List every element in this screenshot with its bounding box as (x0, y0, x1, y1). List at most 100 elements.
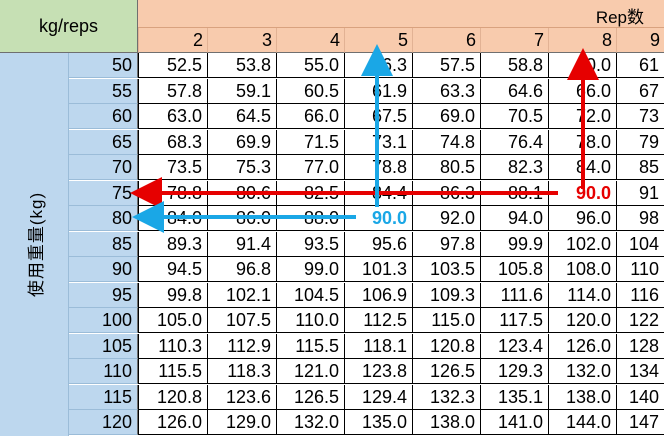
cell-115kg-2reps[interactable]: 120.8 (138, 385, 207, 410)
cell-75kg-3reps[interactable]: 80.6 (207, 181, 276, 206)
cell-75kg-6reps[interactable]: 86.3 (412, 181, 480, 206)
cell-105kg-6reps[interactable]: 120.8 (412, 334, 480, 359)
cell-90kg-5reps[interactable]: 101.3 (344, 257, 412, 282)
cell-60kg-8reps[interactable]: 72.0 (548, 104, 616, 129)
cell-100kg-5reps[interactable]: 112.5 (344, 308, 412, 333)
cell-110kg-9reps[interactable]: 134 (616, 359, 664, 384)
cell-110kg-3reps[interactable]: 118.3 (207, 359, 276, 384)
cell-120kg-7reps[interactable]: 141.0 (480, 410, 548, 435)
cell-120kg-5reps[interactable]: 135.0 (344, 410, 412, 435)
row-header-95kg[interactable]: 95 (69, 283, 138, 308)
cell-115kg-9reps[interactable]: 140 (616, 385, 664, 410)
cell-60kg-7reps[interactable]: 70.5 (480, 104, 548, 129)
cell-70kg-9reps[interactable]: 85 (616, 155, 664, 180)
cell-100kg-4reps[interactable]: 110.0 (276, 308, 344, 333)
cell-70kg-5reps[interactable]: 78.8 (344, 155, 412, 180)
cell-120kg-8reps[interactable]: 144.0 (548, 410, 616, 435)
row-header-55kg[interactable]: 55 (69, 79, 138, 104)
row-header-65kg[interactable]: 65 (69, 130, 138, 155)
cell-85kg-7reps[interactable]: 99.9 (480, 232, 548, 257)
cell-110kg-7reps[interactable]: 129.3 (480, 359, 548, 384)
cell-105kg-3reps[interactable]: 112.9 (207, 334, 276, 359)
cell-55kg-7reps[interactable]: 64.6 (480, 79, 548, 104)
row-header-90kg[interactable]: 90 (69, 257, 138, 282)
cell-120kg-9reps[interactable]: 147 (616, 410, 664, 435)
cell-75kg-7reps[interactable]: 88.1 (480, 181, 548, 206)
cell-95kg-6reps[interactable]: 109.3 (412, 283, 480, 308)
row-header-75kg[interactable]: 75 (69, 181, 138, 206)
cell-85kg-4reps[interactable]: 93.5 (276, 232, 344, 257)
cell-60kg-4reps[interactable]: 66.0 (276, 104, 344, 129)
cell-90kg-2reps[interactable]: 94.5 (138, 257, 207, 282)
cell-60kg-5reps[interactable]: 67.5 (344, 104, 412, 129)
cell-80kg-3reps[interactable]: 86.0 (207, 206, 276, 231)
cell-55kg-4reps[interactable]: 60.5 (276, 79, 344, 104)
cell-100kg-2reps[interactable]: 105.0 (138, 308, 207, 333)
cell-100kg-8reps[interactable]: 120.0 (548, 308, 616, 333)
cell-105kg-9reps[interactable]: 128 (616, 334, 664, 359)
cell-120kg-6reps[interactable]: 138.0 (412, 410, 480, 435)
cell-115kg-5reps[interactable]: 129.4 (344, 385, 412, 410)
cell-65kg-8reps[interactable]: 78.0 (548, 130, 616, 155)
cell-95kg-9reps[interactable]: 116 (616, 283, 664, 308)
cell-65kg-7reps[interactable]: 76.4 (480, 130, 548, 155)
cell-110kg-8reps[interactable]: 132.0 (548, 359, 616, 384)
cell-70kg-6reps[interactable]: 80.5 (412, 155, 480, 180)
corner-header-cell[interactable]: kg/reps (0, 0, 138, 53)
cell-60kg-9reps[interactable]: 73 (616, 104, 664, 129)
cell-85kg-3reps[interactable]: 91.4 (207, 232, 276, 257)
cell-115kg-4reps[interactable]: 126.5 (276, 385, 344, 410)
cell-120kg-3reps[interactable]: 129.0 (207, 410, 276, 435)
cell-85kg-6reps[interactable]: 97.8 (412, 232, 480, 257)
cell-100kg-9reps[interactable]: 122 (616, 308, 664, 333)
cell-80kg-6reps[interactable]: 92.0 (412, 206, 480, 231)
cell-95kg-3reps[interactable]: 102.1 (207, 283, 276, 308)
cell-80kg-7reps[interactable]: 94.0 (480, 206, 548, 231)
cell-70kg-4reps[interactable]: 77.0 (276, 155, 344, 180)
cell-110kg-6reps[interactable]: 126.5 (412, 359, 480, 384)
cell-95kg-5reps[interactable]: 106.9 (344, 283, 412, 308)
cell-50kg-4reps[interactable]: 55.0 (276, 53, 344, 78)
cell-105kg-7reps[interactable]: 123.4 (480, 334, 548, 359)
cell-65kg-3reps[interactable]: 69.9 (207, 130, 276, 155)
cell-75kg-9reps[interactable]: 91 (616, 181, 664, 206)
cell-105kg-4reps[interactable]: 115.5 (276, 334, 344, 359)
cell-100kg-3reps[interactable]: 107.5 (207, 308, 276, 333)
cell-105kg-5reps[interactable]: 118.1 (344, 334, 412, 359)
cell-115kg-6reps[interactable]: 132.3 (412, 385, 480, 410)
cell-65kg-2reps[interactable]: 68.3 (138, 130, 207, 155)
row-header-80kg[interactable]: 80 (69, 206, 138, 231)
cell-50kg-7reps[interactable]: 58.8 (480, 53, 548, 78)
cell-60kg-2reps[interactable]: 63.0 (138, 104, 207, 129)
cell-75kg-5reps[interactable]: 84.4 (344, 181, 412, 206)
cell-70kg-3reps[interactable]: 75.3 (207, 155, 276, 180)
column-header-7-reps[interactable]: 7 (480, 28, 548, 53)
cell-90kg-9reps[interactable]: 110 (616, 257, 664, 282)
cell-85kg-2reps[interactable]: 89.3 (138, 232, 207, 257)
cell-60kg-3reps[interactable]: 64.5 (207, 104, 276, 129)
cell-85kg-9reps[interactable]: 104 (616, 232, 664, 257)
cell-100kg-7reps[interactable]: 117.5 (480, 308, 548, 333)
row-header-85kg[interactable]: 85 (69, 232, 138, 257)
cell-50kg-5reps[interactable]: 56.3 (344, 53, 412, 78)
cell-50kg-6reps[interactable]: 57.5 (412, 53, 480, 78)
row-header-50kg[interactable]: 50 (69, 53, 138, 78)
cell-120kg-2reps[interactable]: 126.0 (138, 410, 207, 435)
column-header-6-reps[interactable]: 6 (412, 28, 480, 53)
cell-55kg-6reps[interactable]: 63.3 (412, 79, 480, 104)
cell-80kg-9reps[interactable]: 98 (616, 206, 664, 231)
cell-95kg-8reps[interactable]: 114.0 (548, 283, 616, 308)
cell-80kg-2reps[interactable]: 84.0 (138, 206, 207, 231)
cell-95kg-4reps[interactable]: 104.5 (276, 283, 344, 308)
cell-70kg-8reps[interactable]: 84.0 (548, 155, 616, 180)
cell-90kg-3reps[interactable]: 96.8 (207, 257, 276, 282)
cell-75kg-8reps[interactable]: 90.0 (548, 181, 616, 206)
cell-80kg-4reps[interactable]: 88.0 (276, 206, 344, 231)
rep-count-header[interactable]: Rep数 (138, 0, 664, 28)
cell-70kg-2reps[interactable]: 73.5 (138, 155, 207, 180)
cell-95kg-2reps[interactable]: 99.8 (138, 283, 207, 308)
cell-55kg-2reps[interactable]: 57.8 (138, 79, 207, 104)
row-header-100kg[interactable]: 100 (69, 308, 138, 333)
row-header-115kg[interactable]: 115 (69, 385, 138, 410)
cell-115kg-8reps[interactable]: 138.0 (548, 385, 616, 410)
